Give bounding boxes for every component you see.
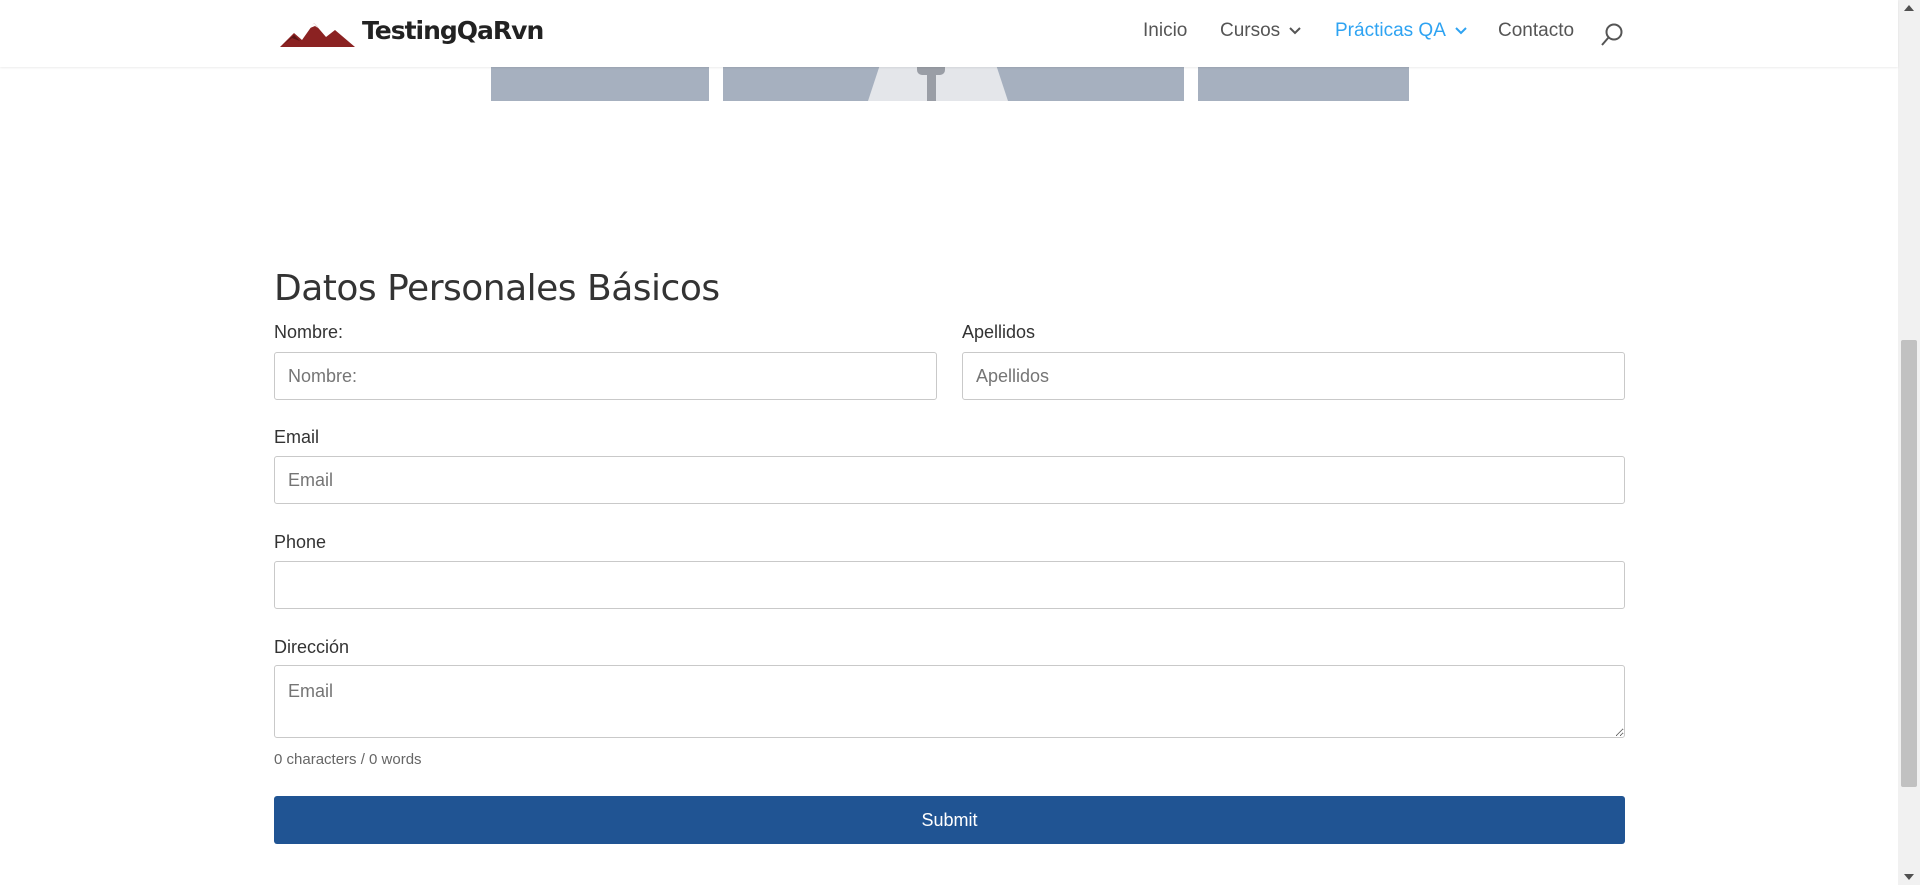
direccion-label: Dirección: [274, 637, 350, 657]
nav-item-label: Inicio: [1143, 20, 1188, 41]
nav-item-contacto[interactable]: Contacto: [1498, 20, 1574, 42]
vertical-scrollbar[interactable]: [1898, 0, 1920, 885]
phone-label: Phone: [274, 532, 327, 552]
chevron-down-icon: [1289, 27, 1301, 35]
nav-item-label: Contacto: [1498, 20, 1575, 41]
site-header: TestingQaRvn Inicio Cursos Prácticas QA …: [0, 0, 1898, 67]
hero-image-center: [723, 67, 1184, 101]
nav-item-inicio[interactable]: Inicio: [1143, 20, 1187, 42]
search-icon[interactable]: [1600, 22, 1624, 48]
scroll-up-arrow-icon[interactable]: [1898, 0, 1920, 16]
hero-cap: [917, 67, 945, 75]
email-label: Email: [274, 427, 320, 447]
nav-item-practicas-qa[interactable]: Prácticas QA: [1335, 20, 1467, 42]
nav-item-label: Prácticas QA: [1335, 20, 1446, 41]
character-word-counter: 0 characters / 0 words: [274, 751, 422, 768]
hero-image-left: [491, 67, 709, 101]
phone-input[interactable]: [274, 561, 1625, 609]
hero-image-right: [1198, 67, 1409, 101]
form-title: Datos Personales Básicos: [274, 268, 720, 309]
nav-item-cursos[interactable]: Cursos: [1220, 20, 1301, 42]
scroll-down-arrow-icon[interactable]: [1898, 869, 1920, 885]
nav-item-label: Cursos: [1220, 20, 1281, 41]
direccion-textarea[interactable]: [274, 665, 1625, 738]
submit-button[interactable]: Submit: [274, 796, 1625, 844]
scrollbar-thumb[interactable]: [1901, 340, 1917, 787]
nombre-input[interactable]: [274, 352, 937, 400]
apellidos-input[interactable]: [962, 352, 1625, 400]
email-input[interactable]: [274, 456, 1625, 504]
nombre-label: Nombre:: [274, 322, 344, 342]
chevron-down-icon: [1455, 27, 1467, 35]
apellidos-label: Apellidos: [962, 322, 1036, 342]
